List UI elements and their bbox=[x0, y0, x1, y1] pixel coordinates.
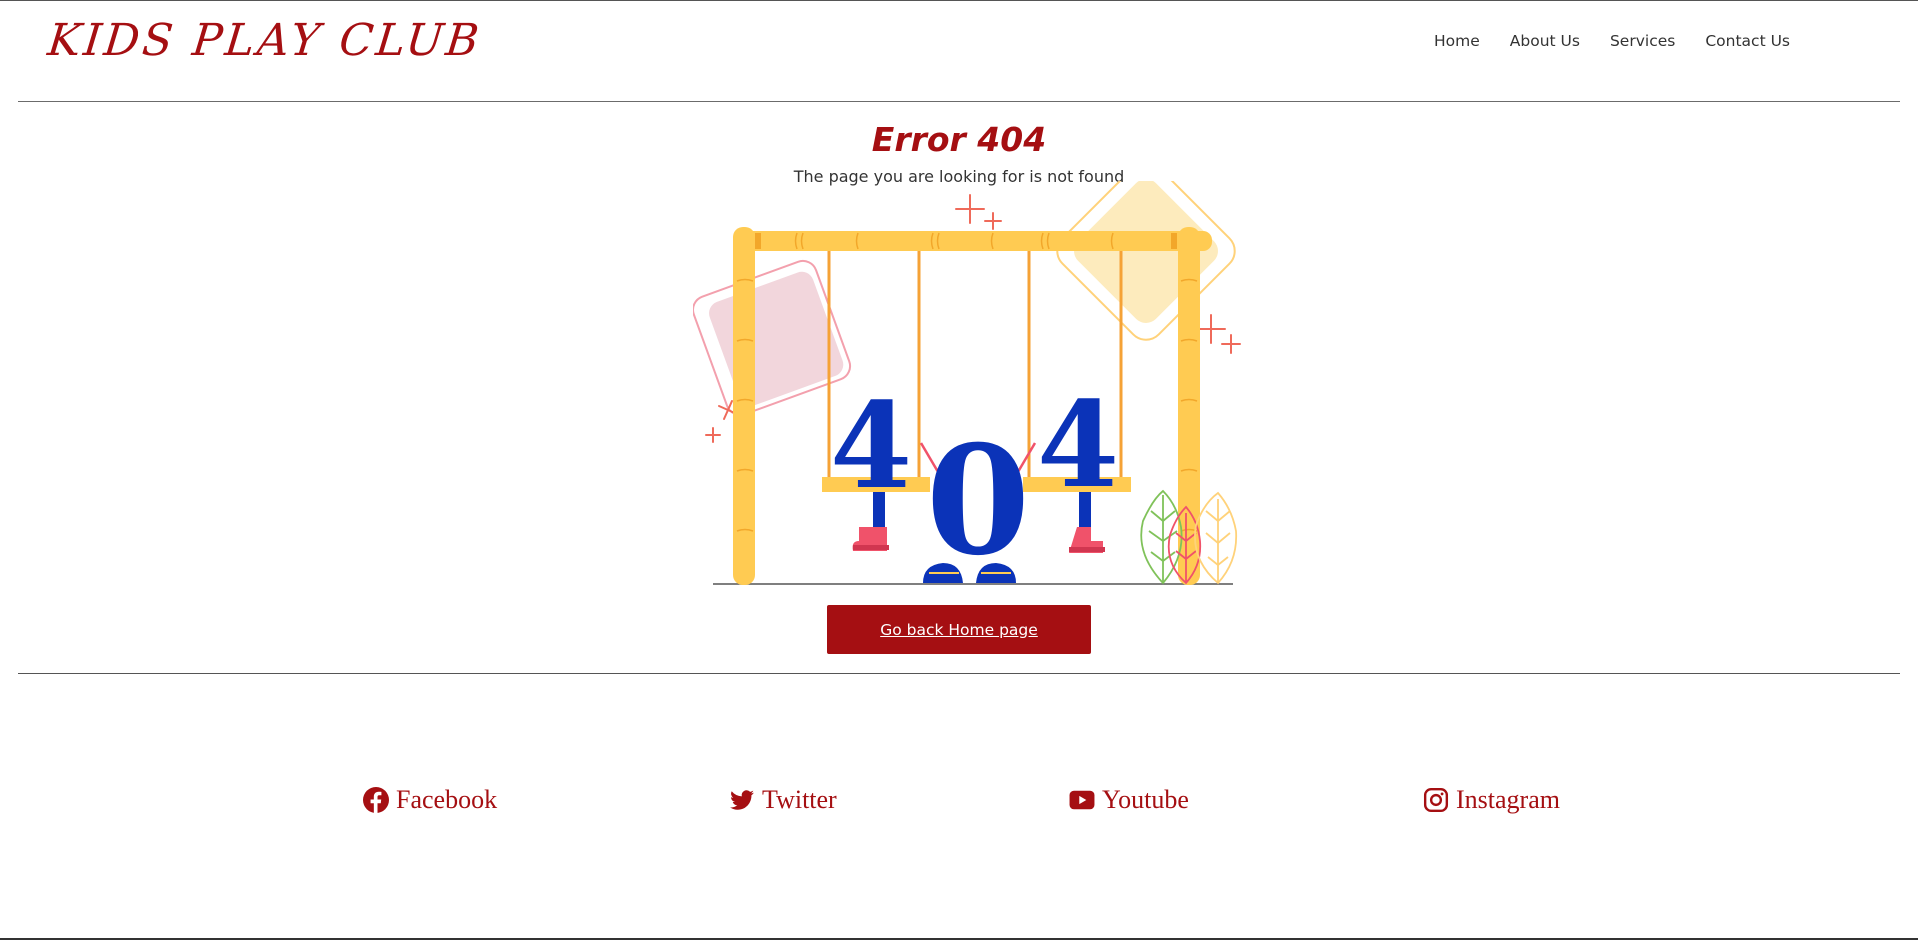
social-link-youtube[interactable]: Youtube bbox=[1069, 785, 1189, 815]
social-label-instagram: Instagram bbox=[1456, 785, 1560, 814]
nav-about-us[interactable]: About Us bbox=[1510, 32, 1580, 50]
error-section: Error 404 The page you are looking for i… bbox=[18, 103, 1900, 674]
social-link-twitter[interactable]: Twitter bbox=[729, 785, 837, 815]
instagram-icon bbox=[1423, 787, 1449, 813]
nav-contact-us[interactable]: Contact Us bbox=[1705, 32, 1790, 50]
twitter-icon bbox=[729, 787, 755, 813]
go-home-button[interactable]: Go back Home page bbox=[827, 605, 1091, 654]
youtube-icon bbox=[1069, 787, 1095, 813]
social-label-youtube: Youtube bbox=[1102, 785, 1189, 814]
svg-text:4: 4 bbox=[830, 376, 912, 515]
social-link-instagram[interactable]: Instagram bbox=[1423, 785, 1560, 815]
site-logo[interactable]: KIDS PLAY CLUB bbox=[45, 15, 484, 66]
error-title: Error 404 bbox=[871, 120, 1047, 159]
site-header: KIDS PLAY CLUB Home About Us Services Co… bbox=[18, 1, 1900, 102]
main-nav: Home About Us Services Contact Us bbox=[1404, 32, 1790, 50]
facebook-icon bbox=[363, 787, 389, 813]
svg-text:0: 0 bbox=[926, 413, 1030, 586]
nav-home[interactable]: Home bbox=[1434, 32, 1480, 50]
social-label-twitter: Twitter bbox=[762, 785, 837, 814]
nav-services[interactable]: Services bbox=[1610, 32, 1675, 50]
swing-404-illustration: 4 4 0 bbox=[693, 181, 1241, 586]
social-link-facebook[interactable]: Facebook bbox=[363, 785, 497, 815]
social-label-facebook: Facebook bbox=[396, 785, 498, 814]
svg-text:4: 4 bbox=[1037, 375, 1119, 514]
